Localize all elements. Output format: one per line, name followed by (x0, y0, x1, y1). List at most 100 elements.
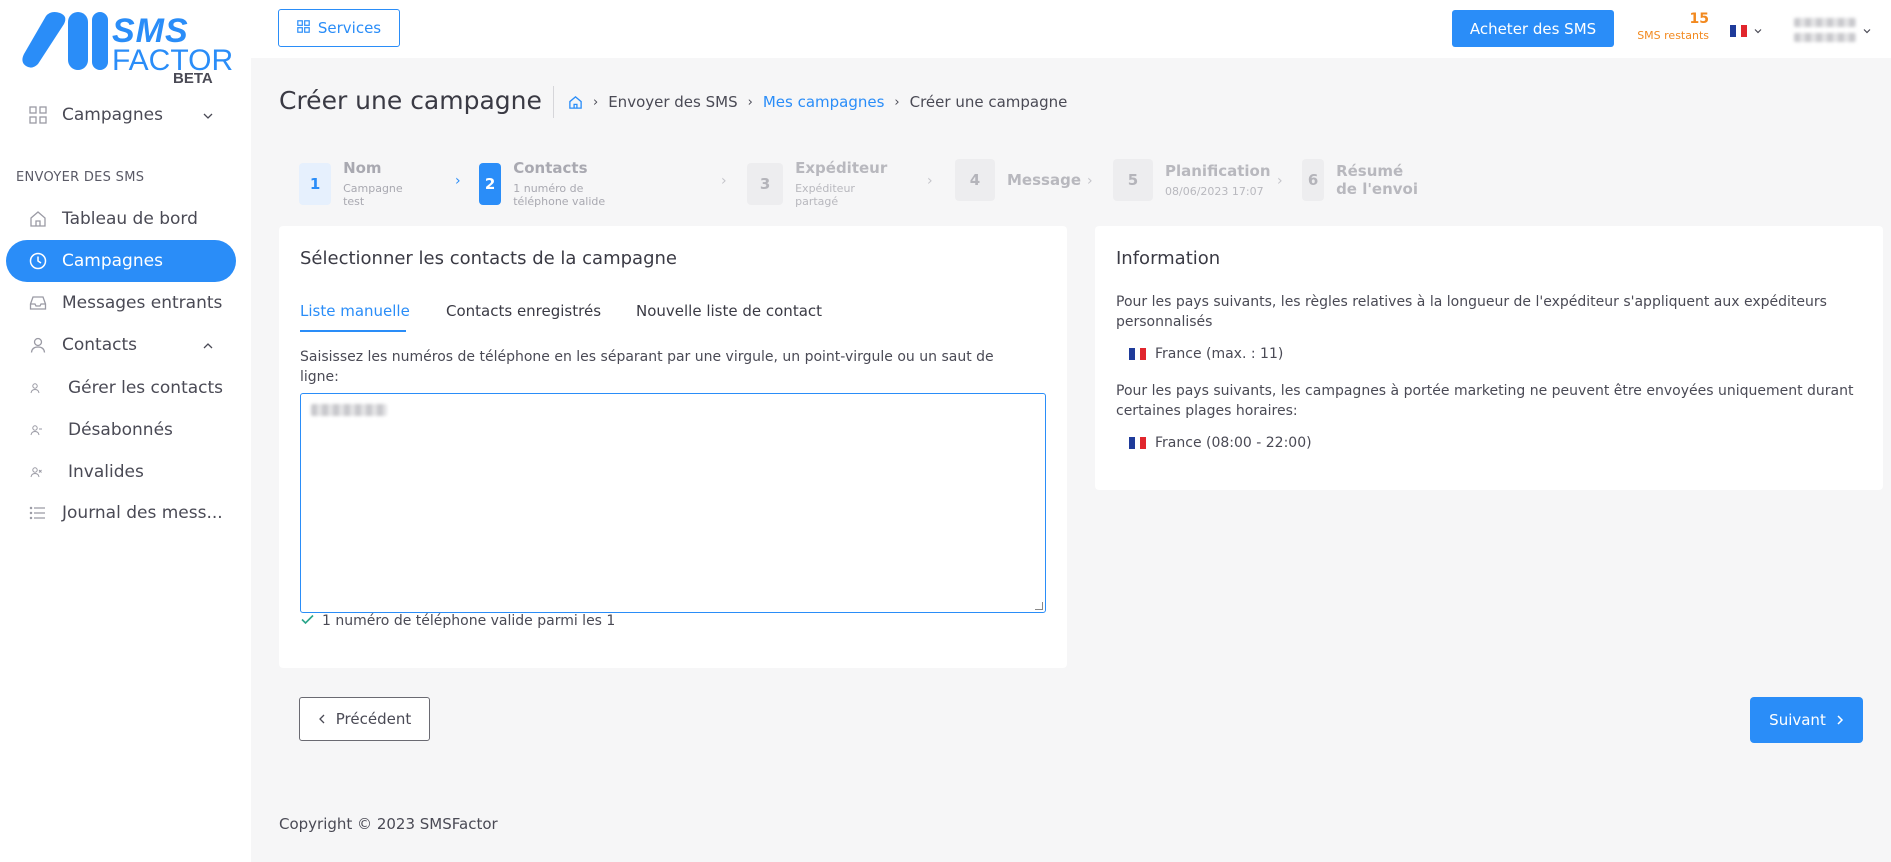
services-button[interactable]: Services (278, 9, 400, 47)
step-title: Planification (1165, 162, 1271, 180)
tab-nouvelle-liste[interactable]: Nouvelle liste de contact (636, 302, 822, 320)
previous-label: Précédent (335, 710, 412, 728)
chevron-right-icon: › (1277, 173, 1283, 189)
sidebar-item-label: Campagnes (62, 105, 163, 125)
sidebar-item-label: Contacts (62, 335, 137, 355)
chevron-right-icon: › (1087, 173, 1093, 189)
sms-remaining-label: SMS restants (1637, 29, 1709, 42)
sidebar-subitem-gerer-contacts[interactable]: Gérer les contacts (30, 373, 223, 403)
step-number: 3 (747, 162, 784, 205)
sidebar-subitem-label: Désabonnés (68, 420, 173, 440)
page-title: Créer une campagne (279, 86, 542, 115)
step-message[interactable]: 4 Message (955, 159, 1081, 201)
resize-handle[interactable] (1035, 602, 1043, 610)
breadcrumb-current: Créer une campagne (909, 93, 1068, 111)
step-number: 5 (1113, 159, 1153, 201)
step-nom[interactable]: 1 Nom Campagne test (299, 159, 411, 208)
chevron-right-icon: › (927, 173, 933, 189)
logo-sms-text: SMS (112, 12, 189, 50)
information-card-title: Information (1116, 248, 1221, 269)
phone-input-help: Saisissez les numéros de téléphone en le… (300, 349, 994, 385)
phone-numbers-textarea[interactable] (300, 393, 1046, 613)
title-divider (553, 86, 554, 118)
sidebar-item-label: Campagnes (62, 251, 163, 271)
user-small-icon (30, 382, 44, 394)
chevron-left-icon (318, 710, 326, 728)
chevron-down-icon (1862, 21, 1872, 40)
sidebar: SMS FACTOR BETA Campagnes ENVOYER DES SM… (0, 0, 251, 862)
home-icon[interactable] (568, 95, 583, 110)
sidebar-subitem-label: Invalides (68, 462, 144, 482)
step-title: Contacts (513, 159, 588, 177)
step-number: 2 (479, 162, 502, 205)
step-number: 1 (299, 162, 332, 205)
breadcrumb-separator: › (894, 94, 900, 110)
breadcrumb-item[interactable]: Envoyer des SMS (608, 93, 737, 111)
chevron-right-icon: › (721, 173, 727, 189)
next-label: Suivant (1769, 711, 1826, 729)
validation-message: 1 numéro de téléphone valide parmi les 1 (301, 613, 615, 629)
sidebar-item-campagnes[interactable]: Campagnes (6, 240, 236, 282)
breadcrumb-separator: › (747, 94, 753, 110)
language-selector[interactable] (1730, 21, 1763, 40)
services-label: Services (317, 19, 382, 37)
info-country-text: France (08:00 - 22:00) (1155, 435, 1312, 451)
tab-liste-manuelle[interactable]: Liste manuelle (300, 302, 410, 320)
step-contacts[interactable]: 2 Contacts 1 numéro de téléphone valide (479, 159, 605, 208)
user-menu[interactable] (1794, 14, 1872, 46)
breadcrumb-separator: › (593, 94, 599, 110)
top-bar: Services Acheter des SMS 15 SMS restants (251, 0, 1891, 58)
buy-sms-button[interactable]: Acheter des SMS (1452, 10, 1614, 47)
sidebar-item-campagnes-top[interactable]: Campagnes (6, 94, 236, 136)
beta-badge: BETA (173, 70, 213, 87)
step-expediteur[interactable]: 3 Expéditeur Expéditeur partagé (747, 159, 891, 208)
validation-text: 1 numéro de téléphone valide parmi les 1 (322, 613, 616, 629)
step-title: Résumé de l'envoi (1336, 162, 1419, 198)
chevron-right-icon (1836, 711, 1844, 729)
sms-remaining-count: 15 (1689, 11, 1709, 27)
sidebar-item-label: Tableau de bord (62, 209, 198, 229)
contacts-card-title: Sélectionner les contacts de la campagne (300, 248, 677, 269)
previous-button[interactable]: Précédent (299, 697, 430, 741)
sidebar-item-label: Journal des mess... (62, 503, 223, 523)
sidebar-subitem-invalides[interactable]: Invalides (30, 457, 144, 487)
step-subtitle: 1 numéro de téléphone valide (513, 182, 606, 208)
step-title: Message (1007, 171, 1081, 189)
info-country-sender: France (max. : 11) (1129, 346, 1283, 362)
avatar (1794, 14, 1856, 46)
sidebar-section-label: ENVOYER DES SMS (16, 170, 145, 185)
home-icon (28, 209, 48, 229)
step-subtitle: 08/06/2023 17:07 (1165, 185, 1264, 198)
sidebar-subitem-label: Gérer les contacts (68, 378, 224, 398)
france-flag-icon (1129, 437, 1147, 449)
step-number: 4 (955, 159, 995, 201)
breadcrumb-link[interactable]: Mes campagnes (763, 93, 885, 111)
sidebar-item-messages-entrants[interactable]: Messages entrants (6, 282, 236, 324)
step-planification[interactable]: 5 Planification 08/06/2023 17:07 (1113, 159, 1271, 201)
info-country-text: France (max. : 11) (1155, 346, 1284, 362)
footer-copyright: Copyright © 2023 SMSFactor (279, 815, 498, 833)
logo-mark-icon (22, 12, 108, 70)
france-flag-icon (1730, 24, 1748, 37)
next-button[interactable]: Suivant (1750, 697, 1863, 743)
phone-number-blurred (311, 404, 387, 416)
sidebar-item-journal[interactable]: Journal des mess... (6, 492, 236, 534)
inbox-icon (28, 293, 48, 313)
grid-icon (28, 105, 48, 125)
step-subtitle: Expéditeur partagé (795, 182, 855, 208)
chevron-up-icon (202, 337, 214, 357)
tab-contacts-enregistres[interactable]: Contacts enregistrés (446, 302, 601, 320)
step-number: 6 (1302, 159, 1325, 201)
sidebar-item-tableau-de-bord[interactable]: Tableau de bord (6, 198, 236, 240)
chevron-down-icon (1753, 21, 1763, 40)
step-title: Nom (343, 159, 382, 177)
sidebar-item-contacts[interactable]: Contacts (6, 324, 236, 366)
chevron-down-icon (202, 107, 214, 127)
sms-factor-logo[interactable]: SMS FACTOR BETA (18, 8, 233, 90)
sidebar-subitem-desabonnes[interactable]: Désabonnés (30, 415, 173, 445)
sms-remaining: 15 SMS restants (1625, 11, 1709, 42)
info-paragraph-hours: Pour les pays suivants, les campagnes à … (1116, 383, 1854, 419)
grid-icon (297, 19, 310, 37)
step-resume[interactable]: 6 Résumé de l'envoi (1302, 159, 1421, 201)
step-subtitle: Campagne test (343, 182, 403, 208)
